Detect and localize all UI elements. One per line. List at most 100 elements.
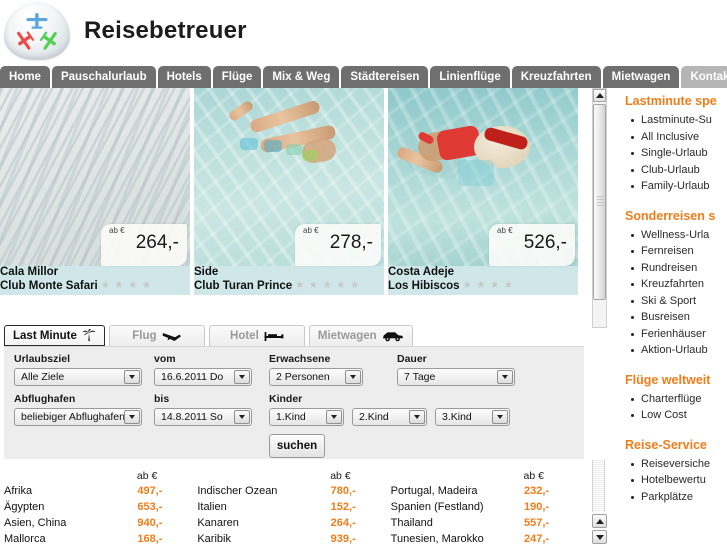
select-urlaubsziel[interactable]: Alle Ziele (14, 368, 142, 386)
hero-card[interactable]: ab € 278,- Side Club Turan Prince ★ ★ ★ … (194, 88, 384, 295)
deal-destination: Tunesien, Marokko (390, 533, 484, 545)
sidebar-item-single-urlaub[interactable]: Single-Urlaub (615, 145, 727, 162)
select-kind-1[interactable]: 1.Kind (269, 408, 344, 426)
table-row[interactable]: Afrika 497,- (4, 485, 185, 501)
sidebar-item-all-inclusive[interactable]: All Inclusive (615, 129, 727, 146)
deal-column: ab € Portugal, Madeira 232,- Spanien (Fe… (391, 470, 572, 545)
sidebar-section-title: Flüge weltweit (625, 372, 711, 387)
sidebar-item-aktion-urlaub[interactable]: Aktion-Urlaub (615, 342, 727, 359)
scrollbar-track[interactable] (592, 460, 605, 512)
tab-mietwagen[interactable]: Mietwagen (308, 325, 413, 346)
page-scroll-down-button[interactable] (592, 530, 607, 544)
sidebar-item-busreisen[interactable]: Busreisen (615, 309, 727, 326)
chevron-down-icon[interactable] (497, 370, 513, 384)
deal-price: 190,- (523, 501, 550, 513)
table-row[interactable]: Italien 152,- (197, 501, 378, 517)
label-dauer: Dauer (397, 353, 427, 365)
nav-item-fluege[interactable]: Flüge (212, 66, 262, 88)
price-tag: ab € 526,- (489, 224, 575, 266)
select-bis[interactable]: 14.8.2011 So (154, 408, 252, 426)
nav-item-pauschalurlaub[interactable]: Pauschalurlaub (51, 66, 156, 88)
table-row[interactable]: Indischer Ozean 780,- (197, 485, 378, 501)
table-row[interactable]: Ägypten 653,- (4, 501, 185, 517)
table-row[interactable]: Portugal, Madeira 232,- (391, 485, 572, 501)
price-tag: ab € 278,- (295, 224, 381, 266)
site-logo[interactable] (4, 2, 70, 60)
scrollbar-thumb[interactable] (593, 104, 606, 300)
table-row[interactable]: Thailand 557,- (391, 517, 572, 533)
scroll-up-button[interactable] (593, 89, 606, 102)
table-row[interactable]: Spanien (Festland) 190,- (391, 501, 572, 517)
price-amount: 264,- (135, 232, 179, 253)
chevron-down-icon[interactable] (124, 370, 140, 384)
triangle-down-icon (595, 534, 604, 540)
sidebar-item-hotelbewertung[interactable]: Hotelbewertu (615, 472, 727, 489)
chevron-down-icon[interactable] (492, 410, 508, 424)
chevron-down-icon[interactable] (124, 410, 140, 424)
sidebar-item-kreuzfahrten[interactable]: Kreuzfahrten (615, 276, 727, 293)
select-vom[interactable]: 16.6.2011 Do (154, 368, 252, 386)
sidebar-item-reiseversicherung[interactable]: Reiseversiche (615, 456, 727, 473)
chevron-down-icon[interactable] (345, 370, 361, 384)
sidebar-item-charterfluege[interactable]: Charterflüge (615, 391, 727, 408)
select-erwachsene[interactable]: 2 Personen (269, 368, 363, 386)
table-row[interactable]: Tunesien, Marokko 247,- (391, 533, 572, 545)
nav-item-linienfluege[interactable]: Linienflüge (430, 66, 510, 88)
sidebar-item-fernreisen[interactable]: Fernreisen (615, 243, 727, 260)
deal-price: 264,- (330, 517, 356, 529)
airplane-icon (162, 332, 181, 341)
hero-city: Cala Millor (0, 266, 59, 278)
sidebar-item-rundreisen[interactable]: Rundreisen (615, 260, 727, 277)
hero-card[interactable]: ab € 526,- Costa Adeje Los Hibiscos ★ ★ … (388, 88, 578, 295)
price-tag: ab € 264,- (101, 224, 187, 266)
sidebar-item-ski-und-sport[interactable]: Ski & Sport (615, 293, 727, 310)
nav-item-hotels[interactable]: Hotels (157, 66, 211, 88)
search-submit-button[interactable]: suchen (269, 434, 325, 458)
page-scrollbar[interactable] (592, 460, 607, 545)
tab-flug[interactable]: Flug (108, 325, 205, 346)
chevron-down-icon[interactable] (409, 410, 425, 424)
sidebar-item-family-urlaub[interactable]: Family-Urlaub (615, 178, 727, 195)
table-row[interactable]: Asien, China 940,- (4, 517, 185, 533)
deal-destination: Italien (197, 501, 227, 513)
hero-star-rating: ★ ★ ★ ★ (100, 280, 152, 291)
site-title: Reisebetreuer (84, 17, 247, 44)
sidebar-item-wellness-urlaub[interactable]: Wellness-Urla (615, 227, 727, 244)
select-abflughafen[interactable]: beliebiger Abflughafen (14, 408, 142, 426)
nav-item-mietwagen[interactable]: Mietwagen (602, 66, 680, 88)
table-row[interactable]: Mallorca 168,- (4, 533, 185, 545)
nav-item-kontakt[interactable]: Kontakt (681, 66, 727, 88)
nav-item-mix-und-weg[interactable]: Mix & Weg (263, 66, 340, 88)
sidebar-list: Charterflüge Low Cost (615, 391, 727, 430)
chevron-down-icon[interactable] (234, 410, 250, 424)
content-scrollbar[interactable] (592, 88, 607, 328)
select-kind-2-value: 2.Kind (359, 411, 389, 423)
sidebar-item-parkplaetze[interactable]: Parkplätze (615, 489, 727, 506)
nav-item-home[interactable]: Home (0, 66, 50, 88)
sidebar-section-title: Reise-Service (625, 437, 708, 452)
sidebar-item-low-cost[interactable]: Low Cost (615, 407, 727, 424)
nav-item-staedtereisen[interactable]: Städtereisen (341, 66, 429, 88)
deal-price: 653,- (137, 501, 163, 513)
deal-ab-header: ab € (523, 470, 544, 482)
chevron-down-icon[interactable] (326, 410, 342, 424)
nav-item-kreuzfahrten[interactable]: Kreuzfahrten (511, 66, 601, 88)
sidebar-item-club-urlaub[interactable]: Club-Urlaub (615, 162, 727, 179)
select-kind-2[interactable]: 2.Kind (352, 408, 427, 426)
deal-column: ab € Afrika 497,- Ägypten 653,- Asien, C… (4, 470, 185, 545)
table-row[interactable]: Kanaren 264,- (197, 517, 378, 533)
hero-card[interactable]: ab € 264,- Cala Millor Club Monte Safari… (0, 88, 190, 295)
sidebar-item-lastminute-su[interactable]: Lastminute-Su (615, 112, 727, 129)
sidebar-list: Wellness-Urla Fernreisen Rundreisen Kreu… (615, 227, 727, 365)
select-dauer[interactable]: 7 Tage (397, 368, 515, 386)
chevron-down-icon[interactable] (234, 370, 250, 384)
select-kind-3[interactable]: 3.Kind (435, 408, 510, 426)
price-ab-label: ab € (497, 226, 513, 235)
table-row[interactable]: Karibik 939,- (197, 533, 378, 545)
sidebar-item-ferienhaeuser[interactable]: Ferienhäuser (615, 326, 727, 343)
page-scroll-up-button[interactable] (592, 514, 607, 528)
sidebar-section-reise-service: Reise-Service Reiseversiche Hotelbewertu… (615, 432, 727, 512)
tab-hotel[interactable]: Hotel (208, 325, 305, 346)
hero-hotel: Club Turan Prince (194, 280, 293, 292)
tab-last-minute[interactable]: Last Minute (4, 325, 105, 346)
